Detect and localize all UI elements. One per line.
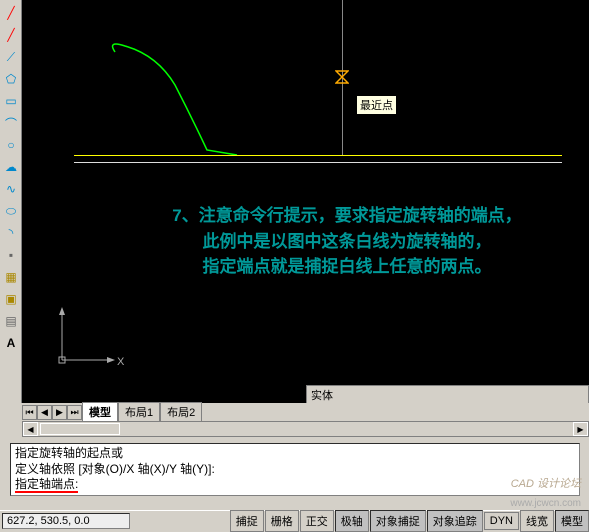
- osnap-toggle[interactable]: 对象捕捉: [370, 510, 426, 532]
- cmd-line2: 定义轴依照 [对象(O)/X 轴(X)/Y 轴(Y)]:: [15, 462, 575, 478]
- hatch-tool[interactable]: ▦: [1, 267, 21, 287]
- line-tool[interactable]: ╱: [1, 3, 21, 23]
- mtext-tool[interactable]: A: [1, 333, 21, 353]
- rotation-axis-line: [74, 162, 562, 163]
- watermark-forum: CAD 设计论坛: [511, 475, 581, 491]
- svg-text:X: X: [117, 356, 125, 368]
- cmd-prompt: 指定轴端点:: [15, 477, 78, 493]
- polar-toggle[interactable]: 极轴: [335, 510, 369, 532]
- tab-next-button[interactable]: ▶: [52, 405, 67, 420]
- region-tool[interactable]: ▣: [1, 289, 21, 309]
- snap-tooltip: 最近点: [356, 95, 397, 115]
- rect-tool[interactable]: ▭: [1, 91, 21, 111]
- pline-tool[interactable]: ⟋: [1, 47, 21, 67]
- tab-last-button[interactable]: ⏭: [67, 405, 82, 420]
- layout-tabs: ⏮ ◀ ▶ ⏭ 模型 布局1 布局2: [22, 403, 589, 421]
- drawing-viewport[interactable]: 最近点 7、注意命令行提示，要求指定旋转轴的端点， 此例中是以图中这条白线为旋转…: [22, 0, 589, 403]
- tutorial-annotation: 7、注意命令行提示，要求指定旋转轴的端点， 此例中是以图中这条白线为旋转轴的， …: [87, 203, 589, 280]
- ucs-icon: Y X: [57, 305, 127, 375]
- tab-model[interactable]: 模型: [82, 402, 118, 422]
- xline-tool[interactable]: ╱: [1, 25, 21, 45]
- polygon-tool[interactable]: ⬠: [1, 69, 21, 89]
- arc-tool[interactable]: ⌒: [1, 113, 21, 133]
- scroll-thumb[interactable]: [40, 423, 120, 435]
- scroll-right-button[interactable]: ▶: [573, 422, 588, 436]
- dyn-toggle[interactable]: DYN: [484, 512, 519, 530]
- snap-toggle[interactable]: 捕捉: [230, 510, 264, 532]
- circle-tool[interactable]: ○: [1, 135, 21, 155]
- tab-layout1[interactable]: 布局1: [118, 402, 160, 422]
- ortho-toggle[interactable]: 正交: [300, 510, 334, 532]
- cmd-line1: 指定旋转轴的起点或: [15, 446, 575, 462]
- point-tool[interactable]: ▪: [1, 245, 21, 265]
- anno-line1: 7、注意命令行提示，要求指定旋转轴的端点，: [87, 203, 589, 229]
- ellipse-tool[interactable]: ⬭: [1, 201, 21, 221]
- grid-toggle[interactable]: 栅格: [265, 510, 299, 532]
- scroll-left-button[interactable]: ◀: [23, 422, 38, 436]
- lwt-toggle[interactable]: 线宽: [520, 510, 554, 532]
- status-bar: 627.2, 530.5, 0.0 捕捉 栅格 正交 极轴 对象捕捉 对象追踪 …: [0, 510, 589, 530]
- revcloud-tool[interactable]: ☁: [1, 157, 21, 177]
- ellipsearc-tool[interactable]: ◝: [1, 223, 21, 243]
- tab-prev-button[interactable]: ◀: [37, 405, 52, 420]
- tab-first-button[interactable]: ⏮: [22, 405, 37, 420]
- tab-layout2[interactable]: 布局2: [160, 402, 202, 422]
- otrack-toggle[interactable]: 对象追踪: [427, 510, 483, 532]
- left-toolbar: ╱ ╱ ⟋ ⬠ ▭ ⌒ ○ ☁ ∿ ⬭ ◝ ▪ ▦ ▣ ▤ A: [0, 0, 22, 403]
- anno-line3: 指定端点就是捕捉白线上任意的两点。: [87, 254, 589, 280]
- horizontal-scrollbar[interactable]: ◀ ▶: [22, 421, 589, 437]
- model-toggle[interactable]: 模型: [555, 510, 589, 532]
- coordinates-display[interactable]: 627.2, 530.5, 0.0: [2, 513, 130, 529]
- svg-text:Y: Y: [57, 305, 65, 308]
- spline-tool[interactable]: ∿: [1, 179, 21, 199]
- green-spline: [107, 40, 257, 160]
- anno-line2: 此例中是以图中这条白线为旋转轴的，: [87, 229, 589, 255]
- snap-nearest-marker: [335, 70, 349, 84]
- table-tool[interactable]: ▤: [1, 311, 21, 331]
- watermark-url: www.jcwcn.com: [510, 498, 581, 509]
- command-line[interactable]: 指定旋转轴的起点或 定义轴依照 [对象(O)/X 轴(X)/Y 轴(Y)]: 指…: [10, 443, 580, 496]
